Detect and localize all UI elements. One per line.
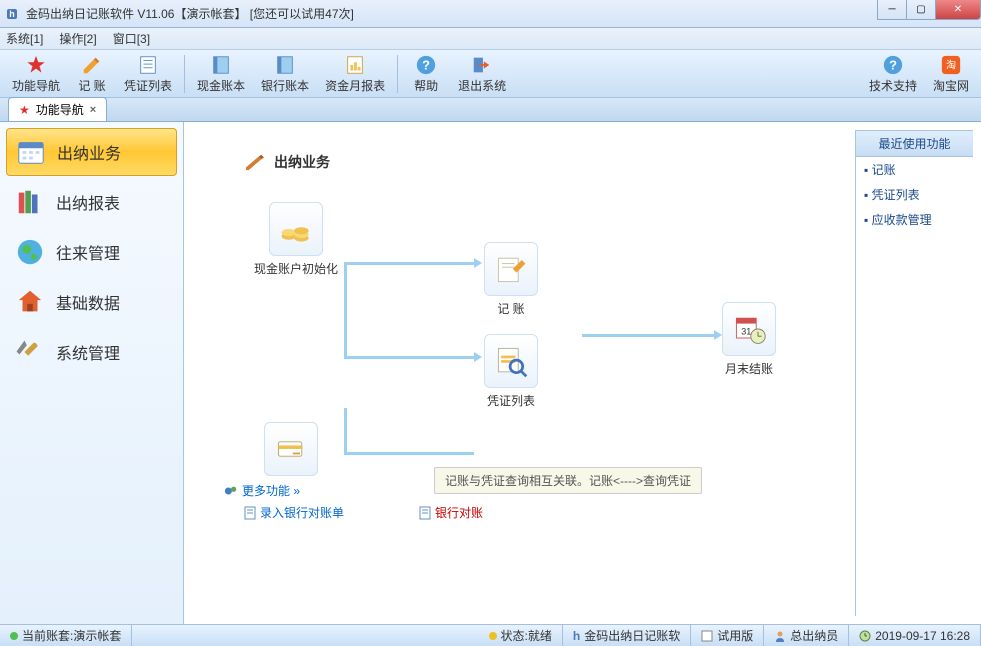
tab-label: 功能导航: [36, 101, 84, 118]
window-controls: ─ ▢ ✕: [878, 0, 981, 20]
status-trial: 试用版: [691, 625, 764, 646]
toolbar-nav[interactable]: 功能导航: [4, 52, 68, 96]
status-account: 当前账套:演示帐套: [0, 625, 132, 646]
statusbar: 当前账套:演示帐套 状态:就绪 h 金码出纳日记账软 试用版 总出纳员 2019…: [0, 624, 981, 646]
toolbar: 功能导航 记 账 凭证列表 现金账本 银行账本 资金月报表 ? 帮助 退出系统 …: [0, 50, 981, 98]
star-icon: [24, 54, 48, 76]
note-pencil-icon: [484, 242, 538, 296]
workflow-title: 出纳业务: [244, 152, 330, 172]
nav-label: 系统管理: [56, 340, 120, 364]
dot-icon: [489, 632, 497, 640]
doc-icon: [701, 630, 713, 642]
help-icon: ?: [414, 54, 438, 76]
toolbar-taobao[interactable]: 淘 淘宝网: [925, 52, 977, 96]
toolbar-monthreport[interactable]: 资金月报表: [317, 52, 393, 96]
card-icon: [264, 422, 318, 476]
tooltip: 记账与凭证查询相互关联。记账<---->查询凭证: [434, 467, 702, 494]
menubar: 系统[1] 操作[2] 窗口[3]: [0, 28, 981, 50]
app-icon: h: [4, 6, 20, 22]
recent-item[interactable]: 凭证列表: [856, 182, 973, 207]
sidebar-item-sysmgmt[interactable]: 系统管理: [6, 328, 177, 376]
main-panel: 出纳业务 现金账户初始化 记 账 凭证列表: [184, 122, 855, 624]
search-list-icon: [484, 334, 538, 388]
recent-panel: 最近使用功能 记账 凭证列表 应收款管理: [855, 130, 973, 616]
svg-text:淘: 淘: [946, 58, 956, 71]
toolbar-separator: [184, 55, 185, 93]
calendar-clock-icon: 31: [722, 302, 776, 356]
sidebar-item-cashier[interactable]: 出纳业务: [6, 128, 177, 176]
workflow-init-cash[interactable]: 现金账户初始化: [254, 202, 338, 277]
sidebar-item-reports[interactable]: 出纳报表: [6, 178, 177, 226]
close-button[interactable]: ✕: [935, 0, 981, 20]
maximize-button[interactable]: ▢: [906, 0, 936, 20]
workflow-vouchers[interactable]: 凭证列表: [484, 334, 538, 409]
coins-icon: [269, 202, 323, 256]
window-title: 金码出纳日记账软件 V11.06【演示帐套】 [您还可以试用47次]: [26, 5, 354, 22]
book-icon: [273, 54, 297, 76]
toolbar-tech-support[interactable]: ? 技术支持: [861, 52, 925, 96]
menu-window[interactable]: 窗口[3]: [113, 30, 150, 47]
dot-icon: [10, 632, 18, 640]
nav-label: 出纳业务: [57, 140, 121, 164]
svg-text:31: 31: [741, 326, 751, 336]
toolbar-help[interactable]: ? 帮助: [402, 52, 450, 96]
svg-text:h: h: [9, 9, 15, 19]
tools-icon: [14, 336, 46, 368]
sidebar: 出纳业务 出纳报表 往来管理 基础数据 系统管理: [0, 122, 184, 624]
link-bank-rec[interactable]: 银行对账: [419, 504, 483, 521]
workflow-bank-card[interactable]: [264, 422, 318, 480]
link-import-bank[interactable]: 录入银行对账单: [244, 504, 344, 521]
titlebar: h 金码出纳日记账软件 V11.06【演示帐套】 [您还可以试用47次] ─ ▢…: [0, 0, 981, 28]
toolbar-vouchers[interactable]: 凭证列表: [116, 52, 180, 96]
status-app: h 金码出纳日记账软: [563, 625, 691, 646]
pencil-icon: [80, 54, 104, 76]
minimize-button[interactable]: ─: [877, 0, 907, 20]
menu-system[interactable]: 系统[1]: [6, 30, 43, 47]
clock-icon: [859, 630, 871, 642]
toolbar-cashbook[interactable]: 现金账本: [189, 52, 253, 96]
help-icon: ?: [881, 54, 905, 76]
toolbar-exit[interactable]: 退出系统: [450, 52, 514, 96]
recent-item[interactable]: 记账: [856, 157, 973, 182]
toolbar-entry[interactable]: 记 账: [68, 52, 116, 96]
svg-text:?: ?: [889, 57, 897, 72]
status-user: 总出纳员: [764, 625, 849, 646]
toolbar-separator: [397, 55, 398, 93]
toolbar-bankbook[interactable]: 银行账本: [253, 52, 317, 96]
user-icon: [774, 630, 786, 642]
calendar-icon: [15, 136, 47, 168]
nav-label: 出纳报表: [56, 190, 120, 214]
sidebar-item-contacts[interactable]: 往来管理: [6, 228, 177, 276]
star-icon: ★: [19, 103, 30, 117]
home-icon: [14, 286, 46, 318]
menu-operate[interactable]: 操作[2]: [59, 30, 96, 47]
book-icon: [209, 54, 233, 76]
recent-item[interactable]: 应收款管理: [856, 207, 973, 232]
status-state: 状态:就绪: [479, 625, 563, 646]
workflow-month-close[interactable]: 31 月末结账: [722, 302, 776, 377]
gear-icon: [224, 484, 238, 498]
doc-icon: [419, 506, 431, 520]
doc-icon: [244, 506, 256, 520]
taobao-icon: 淘: [939, 54, 963, 76]
nav-label: 基础数据: [56, 290, 120, 314]
content-area: 出纳业务 出纳报表 往来管理 基础数据 系统管理 出纳业务: [0, 122, 981, 624]
more-functions-link[interactable]: 更多功能 »: [224, 482, 300, 499]
tab-nav[interactable]: ★ 功能导航 ×: [8, 97, 107, 121]
report-icon: [343, 54, 367, 76]
status-time: 2019-09-17 16:28: [849, 625, 981, 646]
svg-text:?: ?: [422, 57, 430, 72]
sidebar-item-basedata[interactable]: 基础数据: [6, 278, 177, 326]
pen-icon: [244, 153, 266, 171]
app-small-icon: h: [573, 629, 580, 643]
tab-close-icon[interactable]: ×: [90, 104, 96, 116]
list-icon: [136, 54, 160, 76]
books-icon: [14, 186, 46, 218]
recent-header: 最近使用功能: [856, 131, 973, 157]
tabstrip: ★ 功能导航 ×: [0, 98, 981, 122]
workflow-entry[interactable]: 记 账: [484, 242, 538, 317]
exit-icon: [470, 54, 494, 76]
nav-label: 往来管理: [56, 240, 120, 264]
globe-icon: [14, 236, 46, 268]
